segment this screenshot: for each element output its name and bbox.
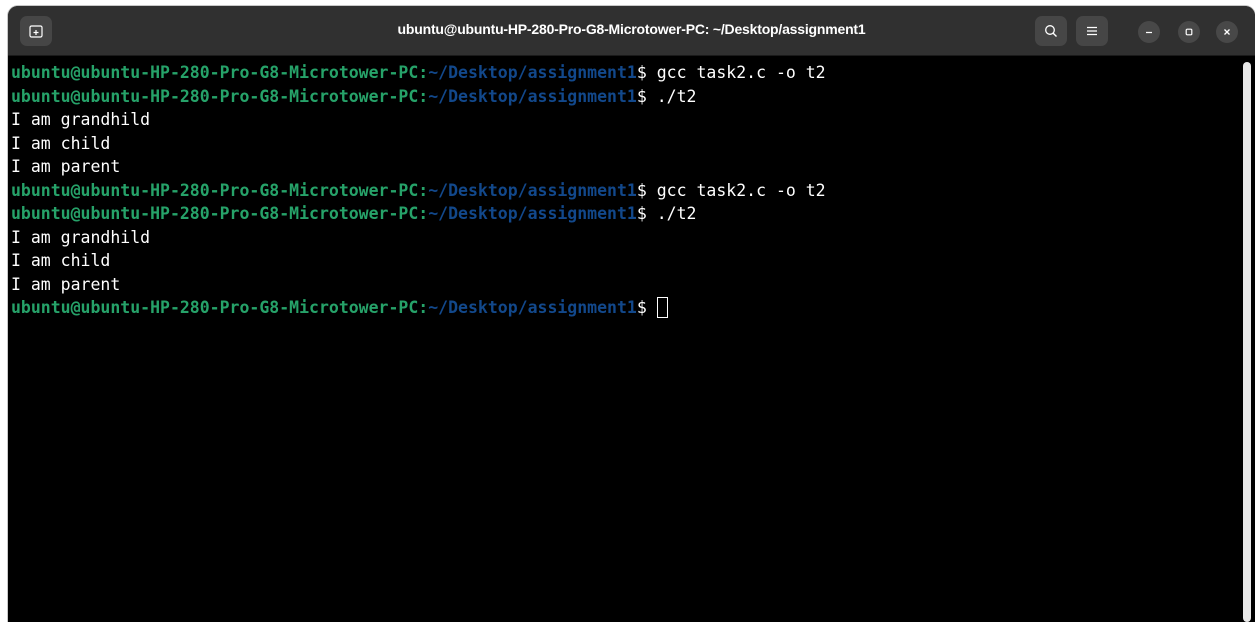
search-button[interactable] [1035,16,1067,46]
minimize-button[interactable] [1138,21,1160,43]
output-line: I am grandhild [11,226,1240,250]
prompt-user-host: ubuntu@ubuntu-HP-280-Pro-G8-Microtower-P… [11,86,419,106]
output-line: I am grandhild [11,108,1240,132]
scrollbar[interactable] [1243,62,1251,622]
prompt-separator: : [418,204,429,223]
close-icon [1224,29,1230,35]
prompt-line: ubuntu@ubuntu-HP-280-Pro-G8-Microtower-P… [11,61,1240,85]
text-cursor [656,297,668,318]
window-title: ubuntu@ubuntu-HP-280-Pro-G8-Microtower-P… [397,21,866,37]
maximize-button[interactable] [1178,21,1200,43]
prompt-symbol: $ [636,63,657,82]
prompt-symbol: $ [636,298,657,317]
output-line: I am child [11,249,1240,273]
output-text: I am parent [11,157,121,176]
command-text: ./t2 [656,86,697,106]
output-text: I am child [11,251,111,270]
output-line: I am parent [11,273,1240,297]
prompt-symbol: $ [636,204,657,223]
prompt-path: ~/Desktop/assignment1 [428,204,637,223]
prompt-line: ubuntu@ubuntu-HP-280-Pro-G8-Microtower-P… [11,202,1240,226]
maximize-icon [1185,28,1193,36]
output-text: I am grandhild [11,227,151,247]
prompt-line: ubuntu@ubuntu-HP-280-Pro-G8-Microtower-P… [11,179,1240,203]
output-line: I am child [11,132,1240,156]
minimize-icon [1146,31,1152,34]
prompt-separator: : [418,180,429,200]
menu-button[interactable] [1076,16,1108,46]
prompt-user-host: ubuntu@ubuntu-HP-280-Pro-G8-Microtower-P… [11,63,419,82]
output-text: I am child [11,133,111,153]
command-text: gcc task2.c -o t2 [656,180,826,200]
terminal-window: ubuntu@ubuntu-HP-280-Pro-G8-Microtower-P… [8,6,1255,622]
hamburger-menu-icon [1087,26,1097,36]
prompt-symbol: $ [636,180,657,200]
command-text: gcc task2.c -o t2 [656,63,826,82]
prompt-user-host: ubuntu@ubuntu-HP-280-Pro-G8-Microtower-P… [11,204,419,223]
prompt-path: ~/Desktop/assignment1 [428,86,637,106]
prompt-separator: : [418,298,429,317]
output-text: I am parent [11,274,121,294]
prompt-user-host: ubuntu@ubuntu-HP-280-Pro-G8-Microtower-P… [11,180,419,200]
prompt-separator: : [418,63,429,82]
search-icon [1045,25,1057,37]
title-bar[interactable]: ubuntu@ubuntu-HP-280-Pro-G8-Microtower-P… [8,6,1255,56]
terminal-output[interactable]: ubuntu@ubuntu-HP-280-Pro-G8-Microtower-P… [8,56,1240,622]
output-line: I am parent [11,155,1240,179]
prompt-line: ubuntu@ubuntu-HP-280-Pro-G8-Microtower-P… [11,296,1240,320]
output-text: I am grandhild [11,110,151,129]
prompt-separator: : [418,86,429,106]
prompt-line: ubuntu@ubuntu-HP-280-Pro-G8-Microtower-P… [11,85,1240,109]
prompt-symbol: $ [636,86,657,106]
prompt-user-host: ubuntu@ubuntu-HP-280-Pro-G8-Microtower-P… [11,298,419,317]
close-button[interactable] [1216,21,1238,43]
command-text: ./t2 [656,204,697,223]
prompt-path: ~/Desktop/assignment1 [428,298,637,317]
prompt-path: ~/Desktop/assignment1 [428,180,637,200]
prompt-path: ~/Desktop/assignment1 [428,63,637,82]
